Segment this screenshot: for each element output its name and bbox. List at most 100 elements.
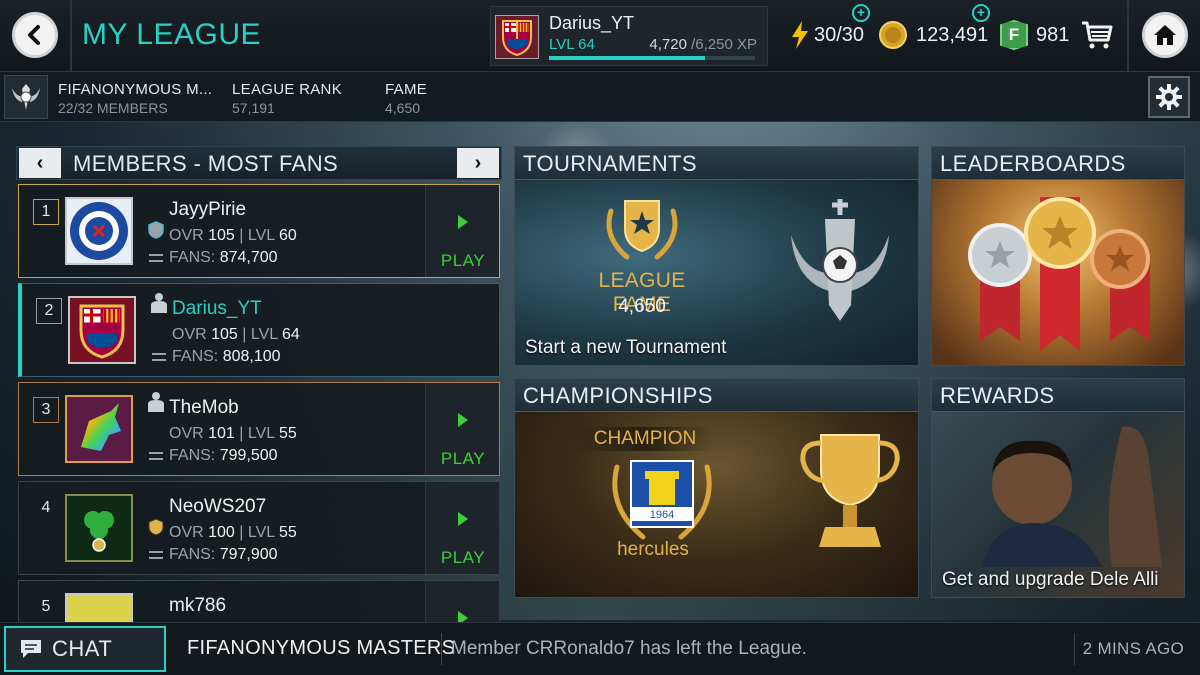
lvl-label: LVL xyxy=(247,524,275,541)
member-fans-value: 799,500 xyxy=(219,447,278,464)
member-club-crest xyxy=(65,197,133,265)
profile-card[interactable]: Darius_YT LVL 64 4,720 /6,250 XP xyxy=(490,6,768,66)
ovr-label: OVR xyxy=(169,227,204,244)
add-energy-button[interactable]: + xyxy=(852,4,870,22)
play-button[interactable]: PLAY xyxy=(425,482,499,574)
chat-button[interactable]: CHAT xyxy=(4,626,166,672)
rewards-caption: Get and upgrade Dele Alli xyxy=(942,569,1159,590)
member-stats: OVR 105 | LVL 64 xyxy=(172,326,300,343)
fans-icon xyxy=(149,253,163,262)
tournaments-tile[interactable]: TOURNAMENTS LEAGUE FAME 4,650 Start a ne… xyxy=(514,146,919,366)
next-list-button[interactable]: › xyxy=(457,148,499,178)
top-bar: MY LEAGUE Darius_YT LVL 64 4,720 /6,250 … xyxy=(0,0,1200,72)
member-row[interactable]: 2 Darius_YT OVR 105 | LVL 64 FANS: 808,1… xyxy=(18,283,500,377)
home-button[interactable] xyxy=(1142,12,1188,58)
fans-label: FANS: xyxy=(169,447,216,464)
chat-timestamp: 2 MINS AGO xyxy=(1082,639,1184,658)
member-row[interactable]: 1 JayyPirie OVR 105 | LVL 60 FANS: 874,7… xyxy=(18,184,500,278)
points-counter[interactable]: F 981 xyxy=(1000,18,1069,52)
member-lvl: 55 xyxy=(279,524,297,541)
member-name: JayyPirie xyxy=(169,199,247,220)
coin-icon xyxy=(879,21,907,49)
previous-list-button[interactable]: ‹ xyxy=(19,148,61,178)
gear-icon xyxy=(1156,84,1182,110)
member-rank: 2 xyxy=(36,298,62,324)
ovr-label: OVR xyxy=(169,425,204,442)
member-fans-value: 874,700 xyxy=(219,249,278,266)
member-stats: OVR 105 | LVL 60 xyxy=(169,227,297,244)
laurel-star-badge-icon xyxy=(606,200,678,260)
member-rank: 3 xyxy=(33,397,59,423)
player-level: LVL 64 xyxy=(549,36,595,53)
member-club-crest xyxy=(65,593,133,622)
members-panel-header: ‹ MEMBERS - MOST FANS › xyxy=(16,146,502,180)
page-title: MY LEAGUE xyxy=(82,18,262,51)
member-ovr: 105 xyxy=(211,326,238,343)
member-ovr: 101 xyxy=(208,425,235,442)
leaderboards-title: LEADERBOARDS xyxy=(932,147,1184,180)
lvl-label: LVL xyxy=(247,227,275,244)
play-icon xyxy=(458,611,468,622)
energy-value: 30/30 xyxy=(814,23,865,46)
rewards-tile[interactable]: REWARDS Get and upgrade Dele Alli xyxy=(931,378,1185,598)
add-coins-button[interactable]: + xyxy=(972,4,990,22)
tournaments-title: TOURNAMENTS xyxy=(515,147,918,180)
championships-title: CHAMPIONSHIPS xyxy=(515,379,918,412)
crest-year: 1964 xyxy=(650,509,674,521)
fans-icon xyxy=(149,451,163,460)
members-panel: ‹ MEMBERS - MOST FANS › 1 JayyPirie OVR … xyxy=(16,146,502,622)
member-row[interactable]: 5 mk786 xyxy=(18,580,500,622)
member-lvl: 60 xyxy=(279,227,297,244)
chat-bubble-icon xyxy=(21,640,41,658)
settings-button[interactable] xyxy=(1148,76,1190,118)
league-rank-value: 57,191 xyxy=(232,100,275,116)
member-name: mk786 xyxy=(169,595,227,616)
member-row[interactable]: 3 TheMob OVR 101 | LVL 55 FANS: 799,500 … xyxy=(18,382,500,476)
play-icon xyxy=(458,215,468,229)
chevron-left-icon xyxy=(28,25,40,45)
member-fans-value: 808,100 xyxy=(222,348,281,365)
member-fans: FANS: 799,500 xyxy=(149,447,278,465)
member-stats: OVR 100 | LVL 55 xyxy=(169,524,297,541)
barcelona-crest-icon xyxy=(79,304,125,359)
championships-tile[interactable]: CHAMPIONSHIPS CHAMPION 1964 hercules xyxy=(514,378,919,598)
barcelona-crest-icon xyxy=(502,20,532,57)
member-rank: 4 xyxy=(41,499,51,516)
winged-ball-emblem-icon xyxy=(791,199,889,321)
champion-label: CHAMPION xyxy=(575,427,715,451)
xp-readout: 4,720 /6,250 XP xyxy=(649,36,757,53)
xp-progress-bar xyxy=(549,56,755,60)
coins-counter[interactable]: 123,491 xyxy=(878,18,988,52)
fans-label: FANS: xyxy=(169,249,216,266)
divider xyxy=(1074,633,1075,665)
chat-last-message: Member CRRonaldo7 has left the League. xyxy=(451,638,807,659)
ovr-label: OVR xyxy=(169,524,204,541)
shield-icon xyxy=(148,221,164,239)
home-icon xyxy=(1154,25,1176,45)
play-button[interactable] xyxy=(425,581,499,622)
league-emblem[interactable] xyxy=(4,75,48,119)
member-name: Darius_YT xyxy=(172,298,262,319)
member-ovr: 100 xyxy=(208,524,235,541)
member-club-crest xyxy=(65,395,133,463)
league-name: FIFANONYMOUS M... xyxy=(58,81,213,98)
member-fans: FANS: 797,900 xyxy=(149,546,278,564)
player-portrait xyxy=(982,426,1162,567)
play-button[interactable]: PLAY xyxy=(425,185,499,277)
leaderboards-tile[interactable]: LEADERBOARDS xyxy=(931,146,1185,366)
store-button[interactable] xyxy=(1080,18,1114,57)
fans-icon xyxy=(149,550,163,559)
play-icon xyxy=(458,413,468,427)
ovr-label: OVR xyxy=(172,326,207,343)
members-panel-title: MEMBERS - MOST FANS xyxy=(73,151,339,176)
member-club-crest xyxy=(65,494,133,562)
back-button[interactable] xyxy=(12,12,58,58)
member-row[interactable]: 4 NeoWS207 OVR 100 | LVL 55 FANS: 797,90… xyxy=(18,481,500,575)
energy-counter[interactable]: 30/30 xyxy=(790,18,864,52)
play-label: PLAY xyxy=(440,251,486,270)
divider xyxy=(441,633,442,665)
xp-progress-fill xyxy=(549,56,705,60)
member-club-crest xyxy=(68,296,136,364)
play-button[interactable]: PLAY xyxy=(425,383,499,475)
person-icon xyxy=(151,293,167,313)
